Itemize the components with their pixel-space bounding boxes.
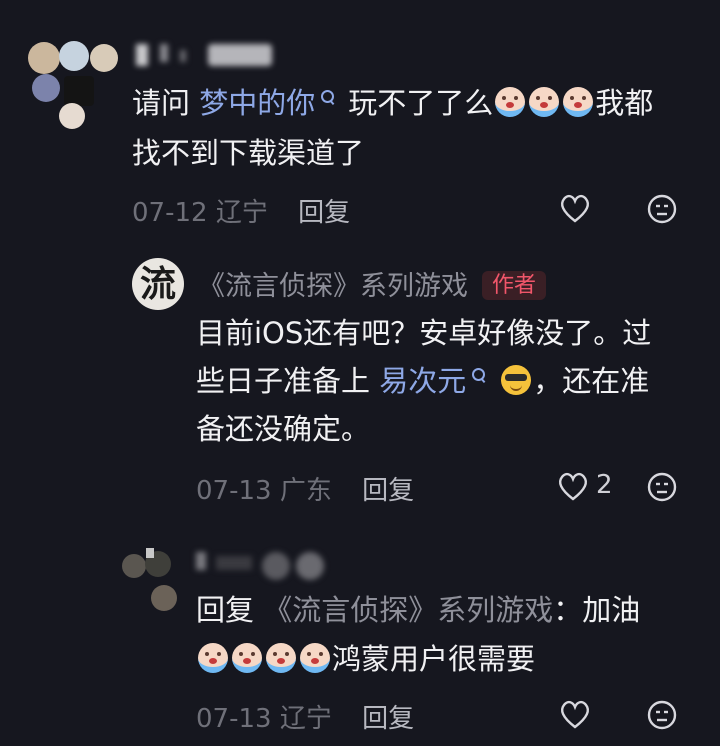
reply-button[interactable]: 回复 xyxy=(298,198,350,228)
comment-body-line2: 鸿蒙用户很需要 xyxy=(196,634,535,685)
comment-body-line1: 目前iOS还有吧？安卓好像没了。过 xyxy=(196,316,652,350)
avatar[interactable] xyxy=(118,540,184,614)
reply-button[interactable]: 回复 xyxy=(362,704,414,734)
comment-meta: 07-13 辽宁 回复 xyxy=(196,698,414,735)
comment-2: 流 《流言侦探》系列游戏 作者 目前iOS还有吧？安卓好像没了。过 些日子准备上 … xyxy=(0,240,720,510)
avatar[interactable]: 流 xyxy=(132,258,184,310)
comment-body-line2: 些日子准备上 易次元 ，还在准 xyxy=(196,356,649,407)
comment-date: 07-13 xyxy=(196,476,272,506)
comment-text: 玩不了了么 xyxy=(348,86,494,120)
comment-meta: 07-13 广东 回复 xyxy=(196,470,414,507)
reply-to-name[interactable]: 《流言侦探》系列游戏 xyxy=(263,593,553,627)
search-icon[interactable] xyxy=(321,90,335,103)
emoji-reaction-icon[interactable] xyxy=(646,193,678,225)
mention-link[interactable]: 易次元 xyxy=(379,364,466,398)
username-redacted xyxy=(196,546,336,582)
comment-1: 请问 梦中的你 玩不了了么 我都 找不到下载渠道了 07-12 辽宁 回复 xyxy=(0,0,720,240)
crying-emoji-icon xyxy=(266,643,296,673)
comment-text: ：加油 xyxy=(553,593,641,627)
comment-text-prefix: 请问 xyxy=(132,86,200,120)
comment-location: 广东 xyxy=(279,476,332,506)
crying-emoji-icon xyxy=(563,87,594,117)
author-name[interactable]: 《流言侦探》系列游戏 xyxy=(198,271,468,302)
username-redacted xyxy=(136,42,276,68)
comment-location: 辽宁 xyxy=(215,198,268,228)
emoji-reaction-icon[interactable] xyxy=(646,471,678,503)
comment-body-line2: 找不到下载渠道了 xyxy=(132,136,365,170)
comment-location: 辽宁 xyxy=(279,704,332,734)
like-heart-icon[interactable] xyxy=(558,192,592,224)
crying-emoji-icon xyxy=(232,643,262,673)
like-heart-icon[interactable] xyxy=(558,698,592,730)
crying-emoji-icon xyxy=(198,643,228,673)
comment-text: ，还在准 xyxy=(533,364,650,398)
avatar-char: 流 xyxy=(139,263,176,305)
comment-body: 请问 梦中的你 玩不了了么 我都 xyxy=(132,78,653,129)
like-heart-icon[interactable] xyxy=(556,470,590,502)
like-count: 2 xyxy=(596,470,613,500)
comment-meta: 07-12 辽宁 回复 xyxy=(132,192,350,229)
comment-text-tail: 我都 xyxy=(595,86,654,120)
crying-emoji-icon xyxy=(529,87,560,117)
comment-date: 07-12 xyxy=(132,198,208,228)
comment-3: 回复 《流言侦探》系列游戏：加油 鸿蒙用户很需要 07-13 辽宁 回复 xyxy=(0,530,720,746)
avatar[interactable] xyxy=(28,36,120,132)
cool-emoji-icon xyxy=(501,365,532,395)
crying-emoji-icon xyxy=(495,87,526,117)
author-badge: 作者 xyxy=(482,271,547,300)
comment-text: 鸿蒙用户很需要 xyxy=(332,642,536,676)
search-icon[interactable] xyxy=(472,368,486,381)
mention-link[interactable]: 梦中的你 xyxy=(199,86,315,120)
comment-date: 07-13 xyxy=(196,704,272,734)
comment-text: 些日子准备上 xyxy=(196,364,380,398)
comment-body-line3: 备还没确定。 xyxy=(196,412,371,446)
reply-button[interactable]: 回复 xyxy=(362,476,414,506)
author-row: 《流言侦探》系列游戏 作者 xyxy=(198,264,547,303)
reply-prefix: 回复 xyxy=(196,593,264,627)
comment-body-line1: 回复 《流言侦探》系列游戏：加油 xyxy=(196,585,640,636)
emoji-reaction-icon[interactable] xyxy=(646,699,678,731)
crying-emoji-icon xyxy=(300,643,330,673)
